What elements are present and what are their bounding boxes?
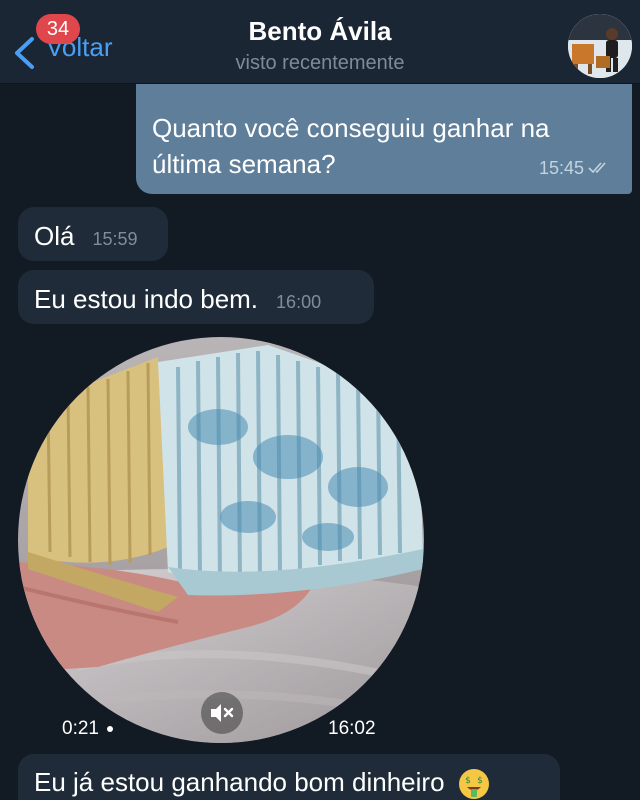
message-text: Eu estou indo bem. bbox=[34, 284, 259, 314]
unplayed-dot bbox=[106, 725, 113, 732]
message-time: 15:45 bbox=[538, 158, 584, 178]
message-time: 16:02 bbox=[328, 718, 376, 739]
outgoing-message[interactable]: Quanto você conseguiu ganhar na última s… bbox=[136, 84, 632, 194]
speaker-muted-icon bbox=[211, 704, 234, 722]
video-duration-text: 0:21 bbox=[62, 718, 99, 739]
avatar[interactable] bbox=[568, 14, 632, 78]
contact-status: visto recentemente bbox=[235, 52, 405, 74]
mute-toggle-button[interactable] bbox=[201, 692, 243, 734]
message-text: Eu já estou ganhando bom dinheiro bbox=[34, 767, 445, 797]
video-message[interactable] bbox=[18, 337, 424, 743]
chat-header: Voltar 34 Bento Ávila visto recentemente bbox=[0, 0, 640, 84]
video-thumbnail bbox=[18, 337, 424, 743]
svg-text:$: $ bbox=[477, 776, 483, 786]
svg-text:$: $ bbox=[465, 776, 471, 786]
incoming-message[interactable]: Eu estou indo bem. 16:00 bbox=[18, 270, 374, 324]
message-time: 15:59 bbox=[92, 229, 138, 249]
message-time: 16:00 bbox=[276, 292, 322, 312]
money-mouth-face-icon: $ $ bbox=[458, 769, 489, 800]
incoming-message[interactable]: Eu já estou ganhando bom dinheiro $ $ bbox=[18, 754, 560, 800]
incoming-message[interactable]: Olá 15:59 bbox=[18, 207, 168, 261]
double-check-icon bbox=[588, 162, 606, 174]
video-duration: 0:21 bbox=[62, 718, 113, 740]
profile-photo-icon bbox=[568, 14, 632, 78]
message-text: Quanto você conseguiu ganhar na bbox=[152, 113, 550, 143]
contact-name[interactable]: Bento Ávila bbox=[0, 16, 640, 47]
message-text: Olá bbox=[34, 221, 75, 251]
message-meta: 15:45 bbox=[539, 150, 612, 186]
